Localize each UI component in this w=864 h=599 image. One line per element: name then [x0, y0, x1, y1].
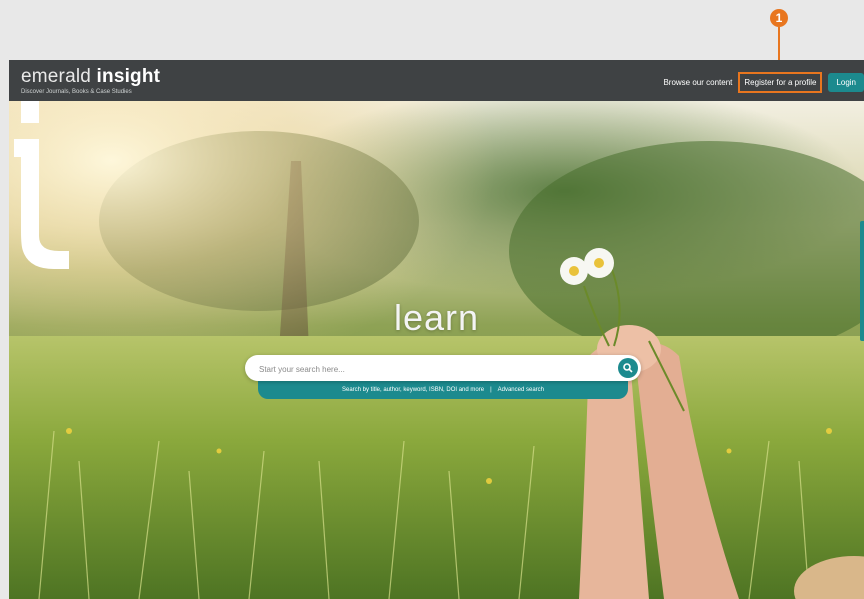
register-profile-link[interactable]: Register for a profile — [738, 71, 823, 93]
emerald-logo[interactable]: emerald insight Discover Journals, Books… — [21, 66, 160, 95]
search-help-separator: | — [490, 387, 492, 393]
advanced-search-link[interactable]: Advanced search — [498, 387, 544, 393]
search-input[interactable] — [257, 355, 601, 383]
search-icon — [623, 363, 633, 373]
site-window: emerald insight Discover Journals, Books… — [9, 60, 864, 599]
search-button[interactable] — [618, 358, 638, 378]
logo-bold-text: insight — [96, 66, 161, 87]
emerald-i-icon — [14, 101, 69, 269]
login-button[interactable]: Login — [828, 72, 864, 92]
logo-wordmark: emerald insight — [21, 66, 160, 88]
hero-word-learn: learn — [393, 297, 480, 338]
browse-content-link[interactable]: Browse our content — [663, 78, 732, 87]
logo-tagline: Discover Journals, Books & Case Studies — [21, 89, 132, 95]
search-bar — [245, 355, 641, 383]
site-header: emerald insight Discover Journals, Books… — [9, 60, 864, 101]
hero-section: learn Search by title, author, keyword, … — [9, 101, 864, 599]
search-help-text: Search by title, author, keyword, ISBN, … — [341, 387, 485, 393]
side-feedback-tab[interactable] — [860, 221, 864, 341]
search-help-bar: Search by title, author, keyword, ISBN, … — [258, 381, 628, 399]
annotation-badge: 1 — [770, 9, 788, 27]
hero-background-image — [9, 101, 864, 599]
header-nav: Browse our content Register for a profil… — [663, 71, 864, 93]
search-area: Search by title, author, keyword, ISBN, … — [245, 355, 641, 399]
logo-light-text: emerald — [21, 66, 92, 87]
